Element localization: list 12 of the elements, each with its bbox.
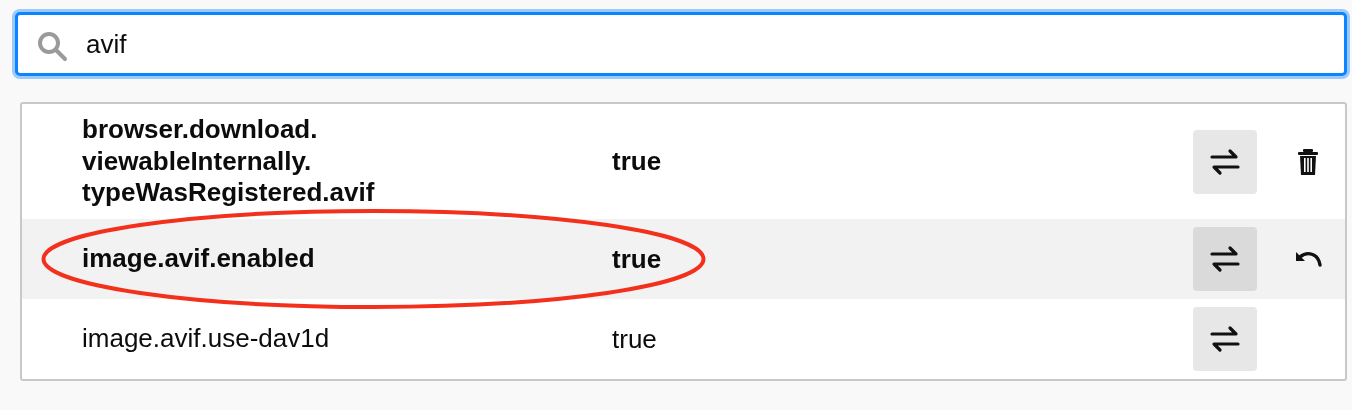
pref-value: true	[612, 323, 658, 355]
pref-value: true	[612, 243, 663, 275]
pref-name: browser.download.viewableInternally.typeWasRegistered.avif	[82, 114, 376, 210]
pref-value: true	[612, 146, 663, 178]
toggle-button[interactable]	[1193, 227, 1257, 292]
pref-name: image.avif.enabled	[82, 243, 316, 275]
pref-name: image.avif.use-dav1d	[82, 323, 331, 355]
trash-icon	[1297, 147, 1319, 176]
toggle-button[interactable]	[1193, 129, 1257, 194]
search-field[interactable]: avif	[15, 12, 1347, 76]
toggle-button[interactable]	[1193, 307, 1257, 372]
undo-arrow-icon	[1293, 249, 1323, 270]
